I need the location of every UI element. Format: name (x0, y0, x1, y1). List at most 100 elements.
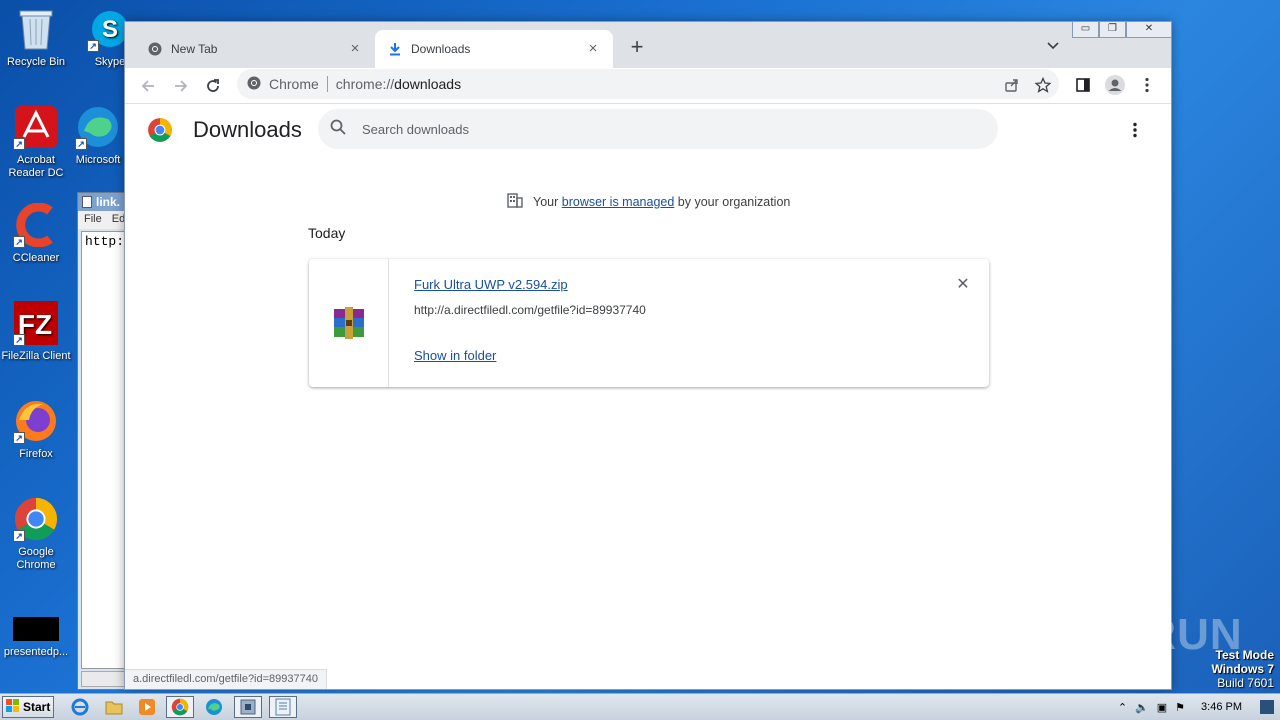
side-panel-button[interactable] (1071, 73, 1095, 97)
desktop-icon-label: CCleaner (12, 252, 60, 264)
taskbar-edge[interactable] (200, 696, 228, 718)
action-center-flag-icon[interactable]: ⚑ (1175, 701, 1185, 714)
desktop-icon-firefox[interactable]: ↗ Firefox (0, 398, 72, 461)
notepad-icon (82, 196, 92, 208)
folder-icon (105, 701, 123, 715)
acrobat-icon: ↗ (13, 104, 59, 150)
desktop-icon-file[interactable]: presentedp... (0, 616, 72, 659)
test-mode-label: Test Mode (1215, 648, 1274, 662)
reload-icon (207, 79, 219, 92)
share-icon (1005, 79, 1018, 92)
taskbar-installer[interactable] (234, 696, 262, 718)
back-button[interactable] (135, 73, 161, 99)
building-icon (507, 192, 523, 211)
taskbar-chrome[interactable] (166, 696, 194, 718)
download-filename-link[interactable]: Furk Ultra UWP v2.594.zip (414, 277, 568, 292)
close-tab-icon[interactable]: × (347, 41, 363, 57)
show-in-folder-link[interactable]: Show in folder (414, 348, 496, 363)
managed-link[interactable]: browser is managed (562, 195, 675, 209)
edge-icon (206, 699, 222, 715)
network-icon[interactable]: ▣ (1157, 701, 1167, 714)
forward-button[interactable] (168, 73, 194, 99)
search-icon (330, 119, 346, 140)
kebab-menu-icon (1133, 122, 1137, 138)
os-label: Windows 7 (1211, 662, 1274, 676)
start-label: Start (23, 700, 51, 714)
share-button[interactable] (1000, 73, 1024, 97)
close-window-button[interactable]: ✕ (1126, 21, 1172, 38)
desktop-icon-chrome[interactable]: ↗ Google Chrome (0, 496, 72, 572)
winrar-archive-icon (333, 307, 364, 339)
status-bubble-url: a.directfiledl.com/getfile?id=89937740 (125, 669, 327, 689)
edge-icon: ↗ (75, 104, 121, 150)
tab-strip: New Tab × Downloads × + ▭ ❐ ✕ (125, 21, 1172, 68)
clock[interactable]: 3:46 PM (1201, 701, 1242, 713)
taskbar-ie[interactable] (66, 696, 94, 718)
desktop-icon-label: FileZilla Client (1, 350, 71, 362)
new-tab-button[interactable]: + (625, 36, 649, 60)
desktop-icon-label: Google Chrome (16, 546, 56, 571)
taskbar-media-player[interactable] (133, 696, 161, 718)
chrome-page-icon (247, 76, 261, 93)
notepad-menu-file[interactable]: File (84, 213, 102, 227)
chrome-window: New Tab × Downloads × + ▭ ❐ ✕ Chrome chr… (124, 21, 1172, 690)
profile-button[interactable] (1103, 73, 1127, 97)
chrome-favicon-icon (147, 41, 163, 57)
taskbar-explorer[interactable] (100, 696, 128, 718)
volume-icon[interactable]: 🔈 (1135, 701, 1149, 714)
shortcut-arrow-icon: ↗ (13, 138, 25, 150)
downloads-menu-button[interactable] (1125, 118, 1145, 142)
downloads-header: Downloads (125, 104, 1171, 160)
desktop-icon-ccleaner[interactable]: ↗ CCleaner (0, 202, 72, 265)
bookmark-button[interactable] (1031, 73, 1055, 97)
address-chip-label: Chrome (269, 76, 319, 92)
tab-new-tab[interactable]: New Tab × (125, 30, 375, 68)
firefox-icon: ↗ (13, 398, 59, 444)
taskbar-notepad[interactable] (269, 696, 297, 718)
installer-icon (240, 699, 256, 715)
internet-explorer-icon (71, 698, 89, 716)
show-hidden-icons-chevron-up-icon[interactable]: ⌃ (1118, 701, 1127, 714)
browser-toolbar: Chrome chrome://downloads (125, 68, 1171, 104)
download-source-url[interactable]: http://a.directfiledl.com/getfile?id=899… (414, 303, 646, 317)
start-button[interactable]: Start (2, 696, 54, 718)
notepad-icon (275, 698, 291, 716)
show-desktop-button[interactable] (1260, 700, 1274, 714)
svg-text:S: S (102, 16, 118, 43)
system-tray: ⌃ 🔈 ▣ ⚑ 3:46 PM (1118, 694, 1280, 720)
shortcut-arrow-icon: ↗ (13, 334, 25, 346)
close-tab-icon[interactable]: × (585, 41, 601, 57)
search-input[interactable] (362, 121, 922, 137)
minimize-button[interactable]: ▭ (1072, 21, 1099, 38)
shortcut-arrow-icon: ↗ (13, 236, 25, 248)
star-icon (1035, 77, 1051, 93)
url-path: downloads (394, 76, 462, 92)
address-bar[interactable]: Chrome chrome://downloads (237, 69, 1059, 99)
taskbar: Start ⌃ 🔈 ▣ ⚑ 3:46 PM (0, 693, 1280, 720)
search-downloads-box[interactable] (318, 109, 998, 149)
ccleaner-icon: ↗ (13, 202, 59, 248)
tab-search-chevron-down-icon[interactable] (1043, 36, 1063, 56)
build-label: Build 7601 (1217, 676, 1274, 690)
tab-title: New Tab (171, 42, 218, 56)
desktop-icon-label: Firefox (19, 448, 53, 460)
reload-button[interactable] (200, 73, 226, 99)
arrow-right-icon (175, 80, 188, 92)
page-title: Downloads (193, 117, 302, 142)
restore-button[interactable]: ❐ (1099, 21, 1126, 38)
tab-downloads[interactable]: Downloads × (375, 30, 613, 68)
file-icon-column (309, 259, 389, 387)
recycle-bin-icon (13, 6, 59, 52)
avatar-icon (1105, 75, 1125, 95)
shortcut-arrow-icon: ↗ (13, 432, 25, 444)
remove-download-close-icon[interactable]: ✕ (955, 277, 971, 293)
browser-menu-button[interactable] (1135, 73, 1159, 97)
desktop-icon-filezilla[interactable]: FZ ↗ FileZilla Client (0, 300, 72, 363)
chrome-logo-icon (147, 117, 175, 145)
file-thumbnail-icon (13, 616, 59, 642)
shortcut-arrow-icon: ↗ (13, 530, 25, 542)
kebab-menu-icon (1145, 77, 1149, 93)
chrome-icon: ↗ (13, 496, 59, 542)
desktop-icon-recycle-bin[interactable]: Recycle Bin (0, 6, 72, 69)
shortcut-arrow-icon: ↗ (75, 138, 87, 150)
